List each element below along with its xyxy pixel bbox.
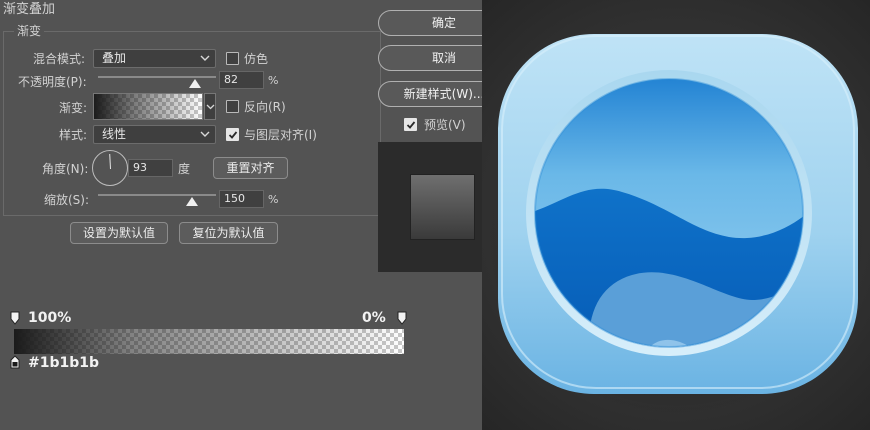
opacity-stop-left-icon[interactable]: [10, 311, 20, 325]
color-stop-hex: #1b1b1b: [28, 355, 100, 371]
opacity-label: 不透明度(P):: [18, 75, 87, 89]
set-default-button[interactable]: 设置为默认值: [70, 222, 168, 244]
chevron-down-icon: [200, 55, 210, 61]
preview-swatch: [410, 174, 475, 240]
right-stop-opacity: 0%: [362, 310, 386, 326]
angle-dial[interactable]: [92, 150, 128, 186]
scale-slider-thumb[interactable]: [186, 197, 199, 206]
reset-default-button[interactable]: 复位为默认值: [179, 222, 278, 244]
scale-input[interactable]: 150: [219, 190, 264, 208]
blend-mode-label: 混合模式:: [33, 52, 86, 66]
reset-align-button[interactable]: 重置对齐: [213, 157, 288, 179]
gradient-dropdown-button[interactable]: [204, 93, 216, 120]
angle-label: 角度(N):: [42, 162, 89, 176]
preview-checkbox[interactable]: [404, 118, 417, 131]
opacity-slider-track[interactable]: [98, 76, 216, 78]
angle-unit: 度: [178, 162, 191, 176]
preview-label: 预览(V): [424, 118, 466, 132]
dither-checkbox[interactable]: [226, 52, 239, 65]
scale-slider-track[interactable]: [98, 194, 216, 196]
blend-mode-value: 叠加: [102, 51, 127, 65]
gradient-swatch[interactable]: [93, 93, 203, 120]
angle-dial-needle: [109, 153, 111, 170]
app-icon-artwork: [486, 34, 866, 416]
checkmark-icon: [228, 131, 238, 139]
dither-label: 仿色: [244, 52, 269, 66]
scale-label: 缩放(S):: [44, 193, 90, 207]
style-label: 样式:: [59, 128, 88, 142]
align-checkbox[interactable]: [226, 128, 239, 141]
section-title: 渐变叠加: [3, 2, 56, 17]
gradient-swatch-fill: [94, 94, 202, 119]
gradient-label: 渐变:: [59, 101, 88, 115]
chevron-down-icon: [200, 131, 210, 137]
opacity-slider-thumb[interactable]: [188, 79, 201, 88]
gradient-editor-bar[interactable]: [14, 329, 404, 354]
checkmark-icon: [406, 121, 416, 129]
align-label: 与图层对齐(I): [244, 128, 317, 142]
opacity-unit: %: [268, 74, 279, 87]
gradient-editor-fill: [14, 329, 404, 354]
color-stop-icon[interactable]: [10, 355, 20, 369]
reverse-checkbox[interactable]: [226, 100, 239, 113]
style-value: 线性: [102, 127, 127, 141]
chevron-down-icon: [206, 104, 215, 110]
preview-box: [378, 142, 484, 272]
reverse-label: 反向(R): [244, 100, 286, 114]
group-title: 渐变: [14, 24, 45, 38]
opacity-input[interactable]: 82: [219, 71, 264, 89]
artwork-canvas: [482, 0, 870, 430]
opacity-stop-right-icon[interactable]: [397, 311, 407, 325]
left-stop-opacity: 100%: [28, 310, 72, 326]
angle-input[interactable]: 93: [128, 159, 173, 177]
blend-mode-select[interactable]: 叠加: [93, 49, 216, 68]
style-select[interactable]: 线性: [93, 125, 216, 144]
scale-unit: %: [268, 193, 279, 206]
